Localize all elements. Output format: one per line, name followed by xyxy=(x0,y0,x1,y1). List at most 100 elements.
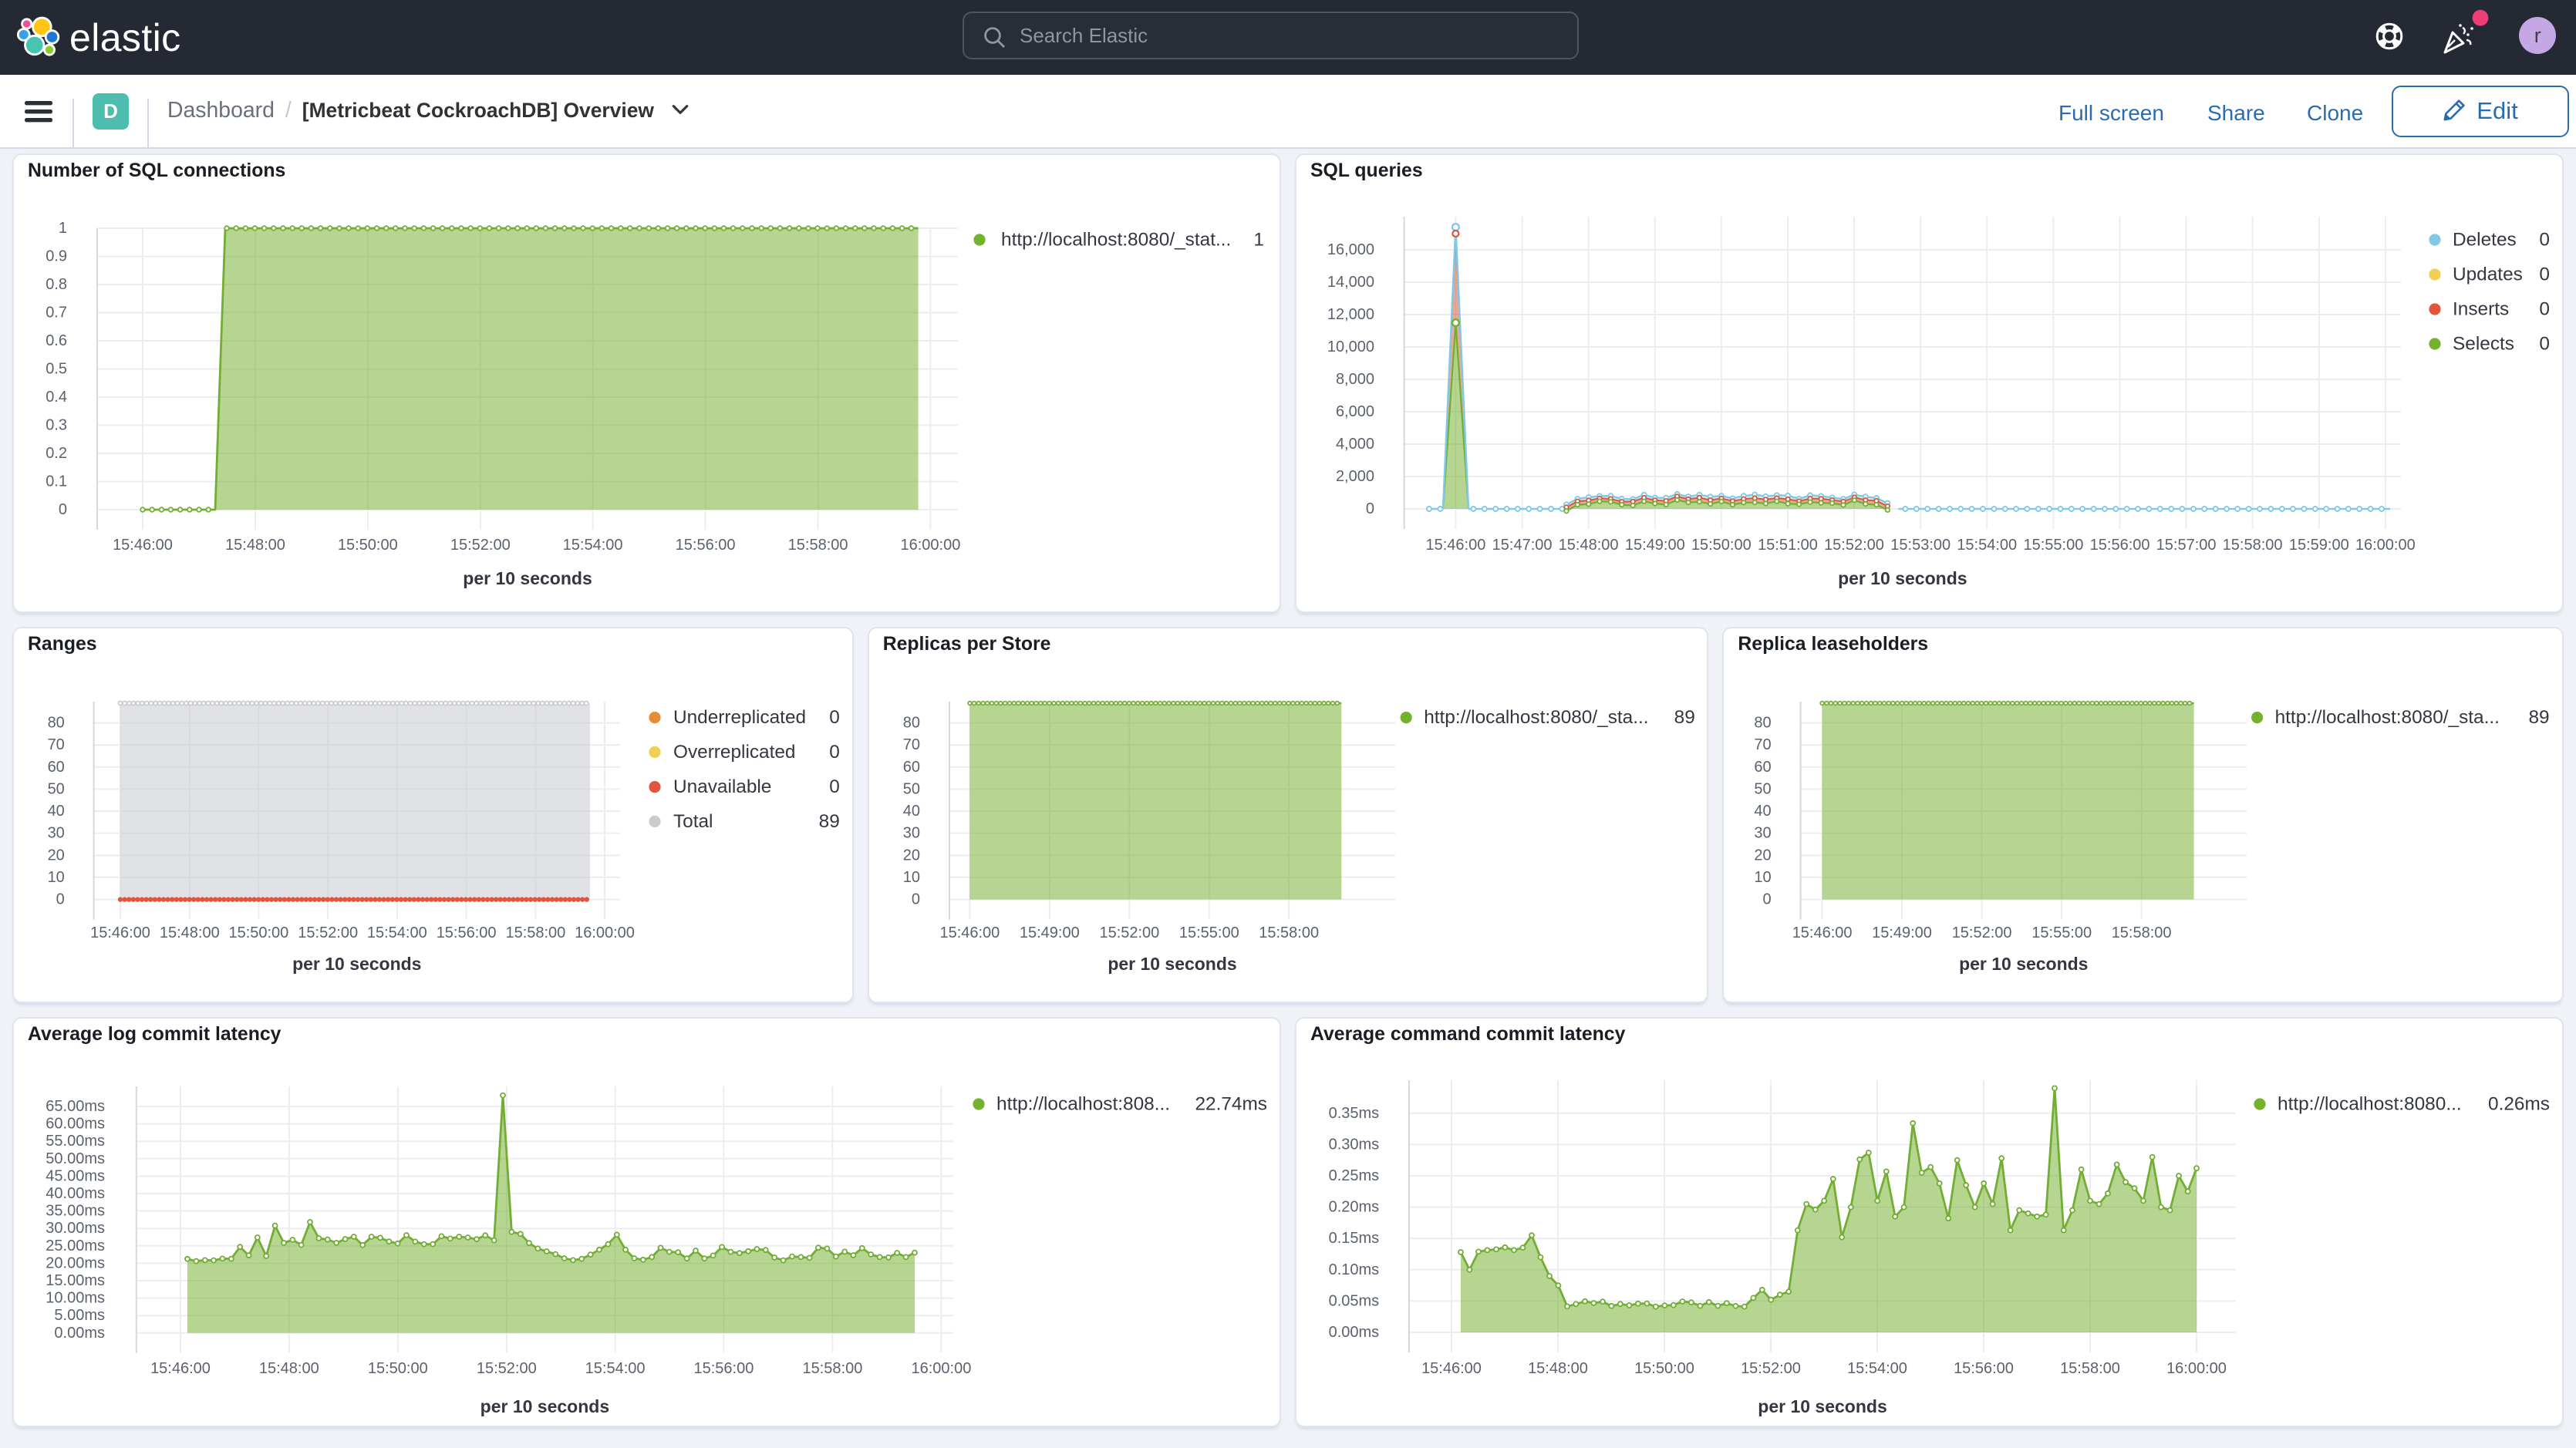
svg-text:12,000: 12,000 xyxy=(1327,306,1374,323)
svg-text:50: 50 xyxy=(48,780,65,797)
svg-text:0.25ms: 0.25ms xyxy=(1329,1167,1380,1184)
svg-text:0.20ms: 0.20ms xyxy=(1329,1199,1380,1216)
svg-text:per 10 seconds: per 10 seconds xyxy=(480,1396,609,1416)
svg-text:15:50:00: 15:50:00 xyxy=(228,924,288,941)
svg-text:15:48:00: 15:48:00 xyxy=(160,924,220,941)
svg-text:per 10 seconds: per 10 seconds xyxy=(1960,954,2089,974)
svg-text:80: 80 xyxy=(902,715,919,732)
svg-text:15:56:00: 15:56:00 xyxy=(693,1360,754,1377)
svg-text:Overreplicated: Overreplicated xyxy=(673,742,796,763)
svg-text:10.00ms: 10.00ms xyxy=(46,1290,105,1307)
svg-text:50: 50 xyxy=(1755,780,1772,797)
svg-text:0: 0 xyxy=(829,776,840,797)
svg-text:0.30ms: 0.30ms xyxy=(1329,1136,1380,1153)
svg-text:15:54:00: 15:54:00 xyxy=(1957,537,2017,554)
svg-text:60: 60 xyxy=(48,759,65,776)
svg-text:0.10ms: 0.10ms xyxy=(1329,1261,1380,1278)
svg-text:20: 20 xyxy=(1755,847,1772,864)
svg-text:0.9: 0.9 xyxy=(46,248,67,265)
svg-text:15:54:00: 15:54:00 xyxy=(367,924,427,941)
svg-text:60: 60 xyxy=(902,759,919,776)
svg-text:15:49:00: 15:49:00 xyxy=(1872,924,1932,941)
svg-text:30: 30 xyxy=(48,825,65,842)
svg-text:Deletes: Deletes xyxy=(2453,230,2517,251)
svg-text:15.00ms: 15.00ms xyxy=(46,1272,105,1289)
svg-text:1: 1 xyxy=(1253,230,1264,251)
svg-text:15:55:00: 15:55:00 xyxy=(1179,924,1239,941)
svg-text:10,000: 10,000 xyxy=(1327,338,1374,355)
svg-text:15:46:00: 15:46:00 xyxy=(1425,537,1485,554)
svg-text:1: 1 xyxy=(59,220,67,237)
svg-text:Selects: Selects xyxy=(2453,334,2514,355)
svg-text:http://localhost:8080/_sta...: http://localhost:8080/_sta... xyxy=(2275,707,2500,728)
svg-text:15:46:00: 15:46:00 xyxy=(90,924,150,941)
svg-text:15:57:00: 15:57:00 xyxy=(2156,537,2217,554)
svg-text:15:49:00: 15:49:00 xyxy=(1625,537,1685,554)
svg-text:15:46:00: 15:46:00 xyxy=(1421,1360,1482,1377)
svg-text:25.00ms: 25.00ms xyxy=(46,1238,105,1254)
svg-text:0.5: 0.5 xyxy=(46,361,67,378)
svg-text:30: 30 xyxy=(902,825,919,842)
svg-text:15:50:00: 15:50:00 xyxy=(1691,537,1752,554)
svg-text:15:48:00: 15:48:00 xyxy=(1559,537,1619,554)
svg-text:15:56:00: 15:56:00 xyxy=(437,924,497,941)
svg-text:40: 40 xyxy=(902,803,919,820)
svg-text:Updates: Updates xyxy=(2453,264,2523,285)
svg-text:15:54:00: 15:54:00 xyxy=(563,537,623,554)
svg-text:0.00ms: 0.00ms xyxy=(54,1325,105,1342)
svg-text:16:00:00: 16:00:00 xyxy=(911,1360,971,1377)
svg-text:15:46:00: 15:46:00 xyxy=(150,1360,211,1377)
svg-text:40: 40 xyxy=(48,803,65,820)
svg-text:15:49:00: 15:49:00 xyxy=(1020,924,1080,941)
svg-text:http://localhost:8080/_sta...: http://localhost:8080/_sta... xyxy=(1424,707,1648,728)
svg-text:16:00:00: 16:00:00 xyxy=(575,924,635,941)
svg-text:15:52:00: 15:52:00 xyxy=(1741,1360,1801,1377)
svg-text:0.8: 0.8 xyxy=(46,276,67,293)
svg-text:15:52:00: 15:52:00 xyxy=(1952,924,2012,941)
svg-text:50.00ms: 50.00ms xyxy=(46,1150,105,1167)
svg-text:15:52:00: 15:52:00 xyxy=(298,924,358,941)
svg-text:40: 40 xyxy=(1755,803,1772,820)
svg-text:15:58:00: 15:58:00 xyxy=(1259,924,1319,941)
svg-text:15:48:00: 15:48:00 xyxy=(1528,1360,1588,1377)
svg-text:per 10 seconds: per 10 seconds xyxy=(292,954,421,974)
svg-text:15:58:00: 15:58:00 xyxy=(788,537,848,554)
svg-text:15:54:00: 15:54:00 xyxy=(585,1360,646,1377)
svg-text:0.35ms: 0.35ms xyxy=(1329,1105,1380,1122)
svg-text:60: 60 xyxy=(1755,759,1772,776)
svg-text:15:50:00: 15:50:00 xyxy=(338,537,398,554)
svg-text:80: 80 xyxy=(48,715,65,732)
svg-text:15:50:00: 15:50:00 xyxy=(1634,1360,1694,1377)
svg-text:2,000: 2,000 xyxy=(1336,468,1374,485)
svg-text:15:58:00: 15:58:00 xyxy=(802,1360,862,1377)
svg-text:8,000: 8,000 xyxy=(1336,371,1374,388)
svg-text:Underreplicated: Underreplicated xyxy=(673,707,806,728)
svg-text:15:48:00: 15:48:00 xyxy=(225,537,285,554)
svg-text:22.74ms: 22.74ms xyxy=(1195,1094,1267,1115)
svg-text:0: 0 xyxy=(829,742,840,763)
svg-text:per 10 seconds: per 10 seconds xyxy=(1758,1396,1886,1416)
svg-text:per 10 seconds: per 10 seconds xyxy=(463,568,592,588)
svg-text:15:52:00: 15:52:00 xyxy=(477,1360,537,1377)
svg-text:0.6: 0.6 xyxy=(46,332,67,349)
svg-text:15:46:00: 15:46:00 xyxy=(939,924,1000,941)
svg-text:16:00:00: 16:00:00 xyxy=(2166,1360,2227,1377)
svg-text:6,000: 6,000 xyxy=(1336,403,1374,420)
svg-text:0: 0 xyxy=(912,891,920,908)
svg-text:89: 89 xyxy=(2529,707,2550,728)
svg-text:15:52:00: 15:52:00 xyxy=(1824,537,1884,554)
svg-text:70: 70 xyxy=(902,736,919,753)
svg-text:40.00ms: 40.00ms xyxy=(46,1185,105,1202)
svg-text:16,000: 16,000 xyxy=(1327,241,1374,258)
svg-text:89: 89 xyxy=(819,811,840,832)
svg-text:10: 10 xyxy=(48,869,65,886)
svg-text:70: 70 xyxy=(48,736,65,753)
svg-text:15:58:00: 15:58:00 xyxy=(2060,1360,2120,1377)
svg-text:15:53:00: 15:53:00 xyxy=(1890,537,1951,554)
svg-text:20: 20 xyxy=(48,847,65,864)
svg-text:15:58:00: 15:58:00 xyxy=(2112,924,2172,941)
svg-text:15:51:00: 15:51:00 xyxy=(1758,537,1818,554)
svg-text:15:55:00: 15:55:00 xyxy=(2023,537,2083,554)
svg-text:50: 50 xyxy=(902,780,919,797)
svg-text:15:55:00: 15:55:00 xyxy=(2032,924,2092,941)
